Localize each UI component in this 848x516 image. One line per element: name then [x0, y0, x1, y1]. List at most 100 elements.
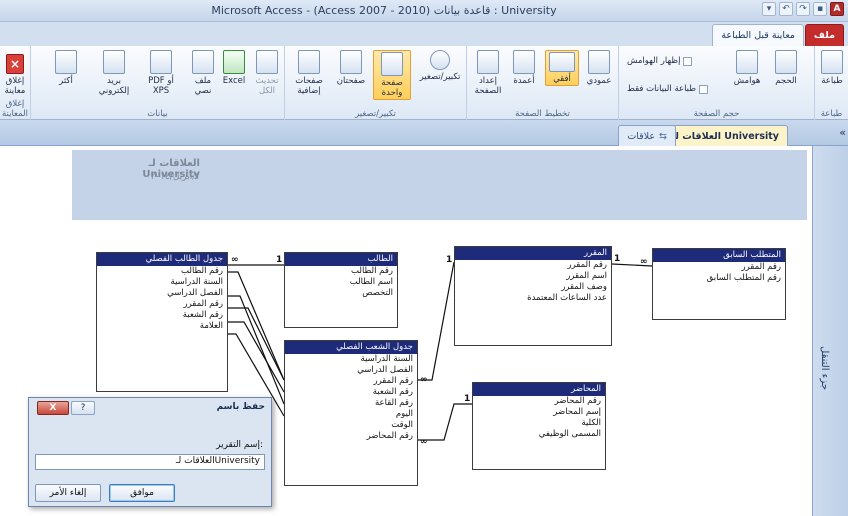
landscape-button[interactable]: أفقي — [545, 50, 579, 86]
table-student: الطالب رقم الطالب اسم الطالب التخصص — [284, 252, 398, 328]
margins-button[interactable]: هوامش — [729, 50, 765, 86]
close-preview-button[interactable]: × إغلاق معاينة قبل الطباعة — [0, 54, 30, 96]
email-icon — [103, 50, 125, 74]
columns-button[interactable]: أعمدة — [507, 50, 541, 86]
table-title: الطالب — [285, 253, 397, 266]
data-group: أكثر بريد إلكتروني PDF أو XPS ملف نصي Ex… — [30, 46, 284, 120]
text-file-button[interactable]: ملف نصي — [187, 50, 219, 96]
table-field: عدد الساعات المعتمدة — [527, 293, 607, 303]
ribbon: × إغلاق معاينة قبل الطباعة إغلاق المعاين… — [0, 46, 848, 120]
ok-button[interactable]: موافق — [109, 484, 175, 502]
landscape-icon — [549, 52, 575, 72]
size-button[interactable]: الحجم — [769, 50, 803, 86]
more-pages-button[interactable]: صفحات إضافية — [289, 50, 329, 96]
print-button[interactable]: طباعة — [817, 50, 847, 86]
table-field: رقم المقرر — [183, 299, 224, 309]
close-preview-label: إغلاق معاينة قبل الطباعة — [4, 76, 26, 96]
refresh-label: تحديث الكل — [255, 76, 279, 96]
data-group-label: بيانات — [147, 109, 168, 119]
magnifier-icon — [430, 50, 450, 70]
close-group: × إغلاق معاينة قبل الطباعة إغلاق المعاين… — [0, 46, 30, 120]
table-field: رقم القاعة — [375, 398, 413, 408]
excel-icon — [223, 50, 245, 74]
table-field: رقم المتطلب السابق — [706, 273, 781, 283]
dialog-title: حفظ باسم — [216, 402, 265, 412]
table-field: رقم المحاضر — [554, 396, 601, 406]
save-as-dialog: X ? حفظ باسم إسم التقرير: العلاقات لـUni… — [28, 397, 272, 507]
text-file-label: ملف نصي — [194, 76, 212, 96]
refresh-icon — [256, 50, 278, 74]
pdf-label: PDF أو XPS — [148, 76, 174, 96]
cancel-button[interactable]: إلغاء الأمر — [35, 484, 101, 502]
checkbox-icon — [683, 56, 693, 66]
tab-relationships[interactable]: علاقات ⇆ — [618, 125, 676, 146]
landscape-label: أفقي — [553, 74, 571, 84]
table-field: رقم الشعبة — [372, 387, 413, 397]
portrait-button[interactable]: عمودي — [581, 50, 617, 86]
help-icon[interactable]: ? — [71, 401, 95, 415]
close-icon: × — [6, 54, 24, 74]
show-margins-checkbox[interactable]: إظهار الهوامش — [627, 56, 693, 66]
table-field: رقم الشعبة — [182, 310, 223, 320]
table-field: رقم الطالب — [351, 266, 393, 276]
more-button[interactable]: أكثر — [49, 50, 83, 86]
two-pages-label: صفحتان — [336, 76, 366, 86]
table-field: الوقت — [391, 420, 413, 430]
one-page-label: صفحة واحدة — [381, 78, 403, 98]
more-icon — [55, 50, 77, 74]
refresh-button[interactable]: تحديث الكل — [251, 50, 283, 96]
report-name-input[interactable]: العلاقات لـUniversity — [35, 454, 265, 470]
print-label: طباعة — [821, 76, 843, 86]
table-section: جدول الشعب الفصلي السنة الدراسية الفصل ا… — [284, 340, 418, 486]
dropdown-arrow-icon[interactable]: ▾ — [762, 2, 776, 16]
table-field: رقم الطالب — [181, 266, 223, 276]
portrait-label: عمودي — [586, 76, 612, 86]
close-group-label: إغلاق المعاينة — [1, 99, 29, 119]
table-field: الفصل الدراسي — [357, 365, 413, 375]
page-size-group: إظهار الهوامش طباعة البيانات فقط هوامش ا… — [618, 46, 814, 120]
table-field: الفصل الدراسي — [167, 288, 223, 298]
page-setup-label: إعداد الصفحة — [474, 76, 502, 96]
table-field: رقم المقرر — [567, 260, 608, 270]
tab-file[interactable]: ملف — [804, 24, 844, 46]
table-title: جدول الشعب الفصلي — [285, 341, 417, 354]
text-file-icon — [192, 50, 214, 74]
excel-button[interactable]: Excel — [217, 50, 251, 86]
page-size-group-label: حجم الصفحة — [693, 109, 740, 119]
one-page-icon — [381, 52, 403, 76]
table-field: السنة الدراسية — [360, 354, 413, 364]
more-label: أكثر — [59, 76, 73, 86]
table-field: اليوم — [395, 409, 413, 419]
page-size-icon — [775, 50, 797, 74]
print-data-only-checkbox[interactable]: طباعة البيانات فقط — [627, 84, 709, 94]
margins-icon — [736, 50, 758, 74]
table-field: وصف المقرر — [561, 282, 607, 292]
navigation-pane[interactable]: جزء التنقل — [812, 146, 848, 516]
save-icon[interactable]: ▪ — [813, 2, 827, 16]
window-title: Microsoft Access - (Access 2007 - 2010) … — [211, 4, 557, 17]
navigation-pane-label: جزء التنقل — [819, 346, 830, 391]
close-icon[interactable]: X — [37, 401, 69, 415]
table-course: المقرر رقم المقرر اسم المقرر وصف المقرر … — [454, 246, 612, 346]
email-button[interactable]: بريد إلكتروني — [93, 50, 135, 96]
two-pages-icon — [340, 50, 362, 74]
tab-relationships-label: علاقات — [627, 130, 656, 142]
table-title: المتطلب السابق — [653, 249, 785, 262]
chevron-left-icon[interactable]: « — [839, 126, 846, 139]
pdf-button[interactable]: PDF أو XPS — [139, 50, 183, 96]
redo-icon[interactable]: ↷ — [796, 2, 810, 16]
undo-icon[interactable]: ↶ — [779, 2, 793, 16]
zoom-button[interactable]: تكبير/تصغير — [415, 50, 465, 82]
show-margins-label: إظهار الهوامش — [627, 56, 681, 66]
relationships-icon: ⇆ — [659, 130, 667, 142]
table-field: اسم المقرر — [566, 271, 607, 281]
portrait-icon — [588, 50, 610, 74]
one-page-button[interactable]: صفحة واحدة — [373, 50, 411, 100]
page-setup-button[interactable]: إعداد الصفحة — [471, 50, 505, 96]
tab-print-preview[interactable]: معاينة قبل الطباعة — [712, 24, 804, 46]
size-label: الحجم — [775, 76, 797, 86]
print-group: طباعة طباعة — [814, 46, 848, 120]
table-field: اسم الطالب — [349, 277, 393, 287]
page-setup-icon — [477, 50, 499, 74]
two-pages-button[interactable]: صفحتان — [331, 50, 371, 86]
